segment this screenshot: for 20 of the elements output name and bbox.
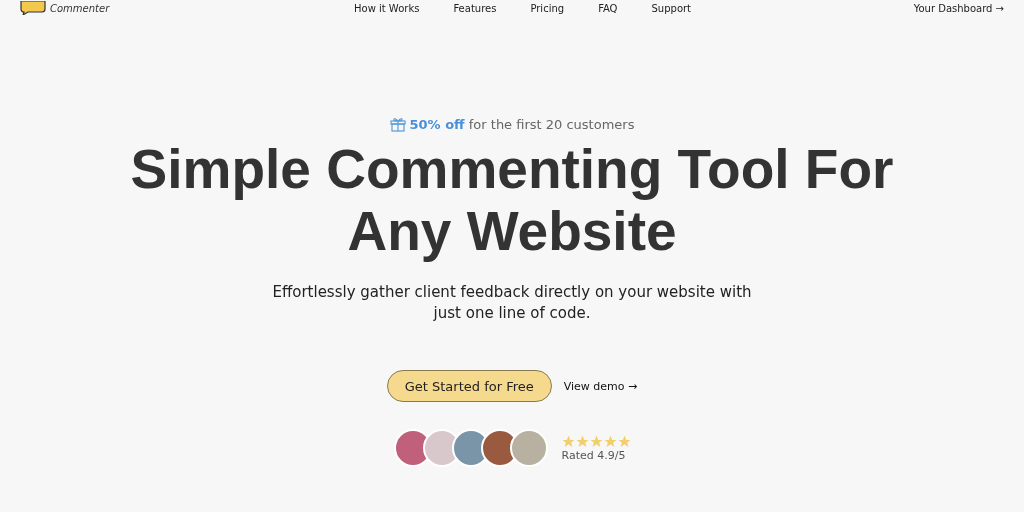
view-demo-link[interactable]: View demo → bbox=[563, 379, 638, 393]
nav-link[interactable]: FAQ bbox=[598, 2, 618, 14]
gift-icon bbox=[389, 117, 406, 132]
star-icon bbox=[575, 434, 589, 448]
hero-subtitle: Effortlessly gather client feedback directly on your website with just one line of code. bbox=[272, 282, 752, 324]
dashboard-link[interactable]: Your Dashboard → bbox=[913, 2, 1004, 14]
speech-bubble-logo-icon bbox=[20, 1, 46, 15]
nav-link[interactable]: Pricing bbox=[530, 2, 565, 14]
star-icon bbox=[561, 434, 575, 448]
nav-link[interactable]: Features bbox=[453, 2, 497, 14]
star-icon bbox=[589, 434, 603, 448]
logo-text: Commenter bbox=[50, 2, 110, 14]
hero-title: Simple Commenting Tool For Any Website bbox=[129, 138, 895, 262]
nav-link[interactable]: How it Works bbox=[354, 2, 420, 14]
nav-link[interactable]: Support bbox=[651, 2, 692, 14]
star-icon bbox=[617, 434, 631, 448]
promo-text: 50% off for the first 20 customers bbox=[409, 117, 635, 132]
rating-text: Rated 4.9/5 bbox=[561, 448, 627, 462]
star-icon bbox=[603, 434, 617, 448]
get-started-button[interactable]: Get Started for Free bbox=[386, 370, 552, 402]
